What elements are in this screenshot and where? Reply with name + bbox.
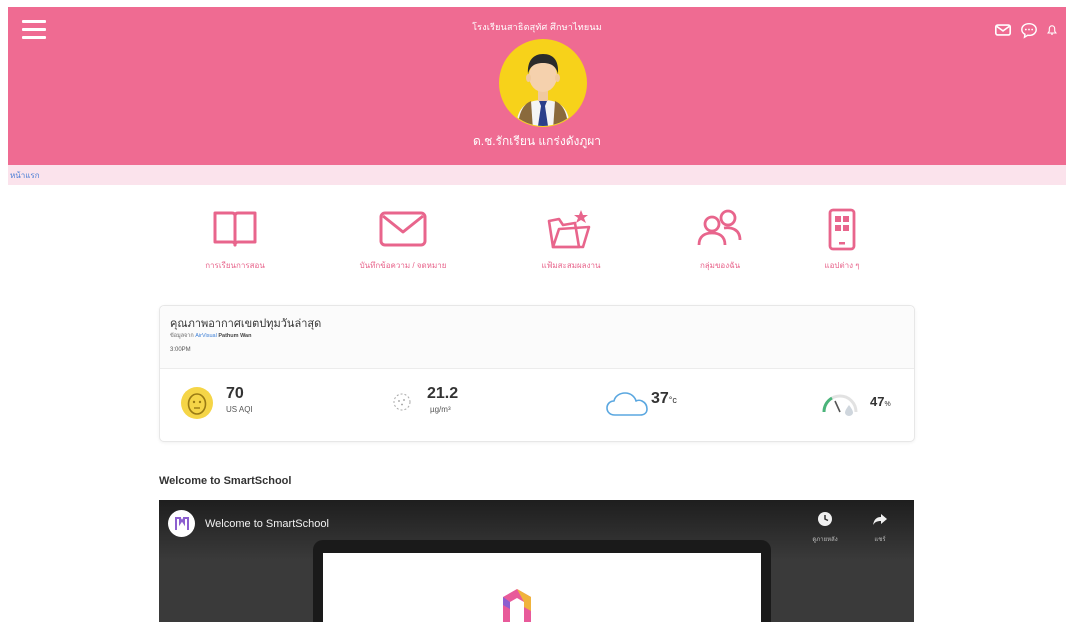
watch-later-label: ดูภายหลัง <box>812 537 838 543</box>
group-icon <box>697 209 742 246</box>
air-quality-source: ข้อมูลจาก AirVisual Pathum Wan <box>170 332 251 340</box>
header-actions <box>994 21 1058 39</box>
envelope-icon <box>379 211 427 247</box>
aqi-face-icon <box>181 387 213 419</box>
watch-later-button[interactable]: ดูภายหลัง <box>810 511 840 544</box>
channel-logo-icon <box>168 510 195 537</box>
chat-icon[interactable] <box>1020 21 1038 39</box>
menu-label: แฟ้มสะสมผลงาน <box>541 261 601 270</box>
humidity-number: 47 <box>870 394 885 409</box>
smartschool-logo <box>503 589 531 622</box>
apps-icon <box>828 208 856 251</box>
aqi-label: US AQI <box>226 405 253 414</box>
menu-item-messages[interactable]: บันทึกข้อความ / จดหมาย <box>333 207 473 272</box>
clock-icon <box>818 512 832 526</box>
welcome-section-title: Welcome to SmartSchool <box>159 475 292 487</box>
menu-label: การเรียนการสอน <box>205 261 265 270</box>
humidity-unit: % <box>884 401 891 408</box>
video-title[interactable]: Welcome to SmartSchool <box>205 518 329 530</box>
menu-label: กลุ่มของฉัน <box>699 261 741 270</box>
temperature-unit: °c <box>668 395 677 405</box>
mail-icon[interactable] <box>994 21 1012 39</box>
user-name: ด.ช.รักเรียน แกร่งดังภูผา <box>472 134 602 148</box>
school-name: โรงเรียนสาธิตสุทัศ ศึกษาไทยนม <box>472 22 602 32</box>
app-header: โรงเรียนสาธิตสุทัศ ศึกษาไทยนม ด.ช.รักเรี… <box>8 7 1066 165</box>
portfolio-icon <box>547 210 591 249</box>
pm-unit: µg/m³ <box>430 405 451 414</box>
menu-item-apps[interactable]: แอปต่าง ๆ <box>772 207 912 272</box>
cloud-icon <box>606 392 648 416</box>
video-laptop-screen <box>323 553 761 622</box>
menu-label: แอปต่าง ๆ <box>824 261 860 270</box>
air-quality-title: คุณภาพอากาศเขตปทุมวันล่าสุด <box>170 318 322 330</box>
menu-item-portfolio[interactable]: แฟ้มสะสมผลงาน <box>501 207 641 272</box>
source-location: Pathum Wan <box>218 333 252 339</box>
temperature-value: 37°c <box>651 390 677 408</box>
share-icon <box>873 514 887 525</box>
breadcrumb-home-link[interactable]: หน้าแรก <box>10 169 40 182</box>
air-quality-time: 3:00PM <box>170 347 191 353</box>
share-label: แชร์ <box>874 537 886 543</box>
breadcrumb: หน้าแรก <box>8 165 1066 185</box>
menu-item-teaching[interactable]: การเรียนการสอน <box>165 207 305 272</box>
source-prefix: ข้อมูลจาก <box>170 333 194 339</box>
bell-icon[interactable] <box>1046 21 1058 39</box>
airvisual-link[interactable]: AirVisual <box>195 333 217 339</box>
pm-dust-icon <box>393 393 411 411</box>
channel-logo[interactable] <box>168 510 195 537</box>
pm-value: 21.2 <box>427 385 459 402</box>
air-quality-card: คุณภาพอากาศเขตปทุมวันล่าสุด ข้อมูลจาก Ai… <box>159 305 915 442</box>
menu-label: บันทึกข้อความ / จดหมาย <box>359 261 447 270</box>
humidity-gauge-icon <box>822 394 858 416</box>
air-quality-header: คุณภาพอากาศเขตปทุมวันล่าสุด ข้อมูลจาก Ai… <box>160 306 914 369</box>
aqi-value: 70 <box>226 385 244 402</box>
temperature-number: 37 <box>651 390 669 407</box>
humidity-value: 47% <box>870 394 891 409</box>
video-laptop-frame <box>313 540 771 622</box>
avatar[interactable] <box>498 38 588 128</box>
menu-item-groups[interactable]: กลุ่มของฉัน <box>650 207 790 272</box>
book-icon <box>213 211 257 247</box>
share-button[interactable]: แชร์ <box>865 511 895 544</box>
video-player[interactable]: Welcome to SmartSchool ดูภายหลัง แชร์ <box>159 500 914 622</box>
